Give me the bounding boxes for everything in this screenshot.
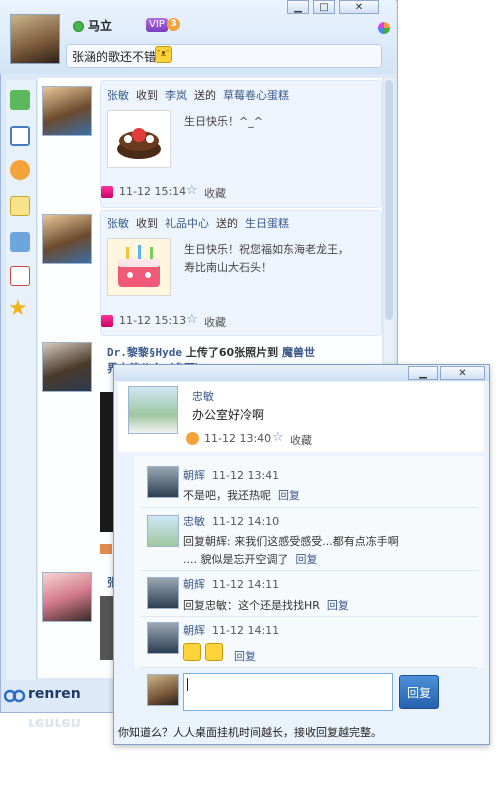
maximize-button[interactable]: □ bbox=[313, 0, 335, 14]
author-link[interactable]: 张敏 bbox=[107, 217, 129, 230]
collect-star-icon[interactable]: ☆ bbox=[186, 183, 198, 198]
reply-link[interactable]: 回复 bbox=[234, 648, 256, 664]
favorite-star-icon[interactable]: ★ bbox=[8, 296, 28, 321]
photo-thumbnail[interactable] bbox=[100, 596, 114, 660]
reply-input[interactable] bbox=[183, 673, 393, 711]
feed-list-icon[interactable] bbox=[10, 126, 30, 146]
scroll-thumb[interactable] bbox=[385, 80, 393, 320]
comment-header: 朝辉 11-12 14:11 bbox=[183, 624, 280, 637]
post-author[interactable]: 忠敏 bbox=[192, 388, 214, 404]
popup-close-button[interactable]: ✕ bbox=[440, 366, 485, 380]
emoticon-icon bbox=[183, 643, 201, 661]
reply-submit-button[interactable]: 回复 bbox=[399, 675, 439, 709]
online-status-icon[interactable] bbox=[73, 21, 84, 32]
gift-image[interactable] bbox=[107, 110, 171, 168]
gift-link[interactable]: 草莓卷心蛋糕 bbox=[223, 89, 289, 102]
feed-avatar[interactable] bbox=[42, 86, 92, 136]
logo-reflection: renren bbox=[28, 715, 81, 731]
photo-icon[interactable] bbox=[10, 232, 30, 252]
comment-avatar[interactable] bbox=[147, 466, 179, 498]
comment-avatar[interactable] bbox=[147, 515, 179, 547]
feed-headline: 张敏 收到 礼品中心 送的 生日蛋糕 bbox=[107, 217, 289, 230]
comment-icon[interactable] bbox=[186, 432, 199, 445]
comment-header: 忠敏 11-12 14:10 bbox=[183, 515, 280, 528]
comment-text-cont: .... 貌似是忘开空调了 回复 bbox=[183, 553, 318, 566]
divider bbox=[140, 667, 478, 668]
user-avatar[interactable] bbox=[10, 14, 60, 64]
photo-thumbnail[interactable] bbox=[100, 392, 114, 532]
gift-message: 生日快乐！祝您福如东海老龙王， 寿比南山大石头！ bbox=[184, 243, 349, 274]
commenter-link[interactable]: 朝辉 bbox=[183, 624, 205, 637]
album-link[interactable]: 魔兽世 bbox=[282, 346, 315, 359]
reply-link[interactable]: 回复 bbox=[295, 553, 317, 566]
notes-icon[interactable] bbox=[10, 196, 30, 216]
vip-level-badge: 3 bbox=[167, 18, 180, 31]
minimize-button[interactable]: ▁ bbox=[287, 0, 309, 14]
reply-link[interactable]: 回复 bbox=[327, 599, 349, 612]
popup-minimize-button[interactable]: ▁ bbox=[408, 366, 438, 380]
status-text: 张涵的歌还不错 bbox=[72, 50, 157, 64]
gift-link[interactable]: 生日蛋糕 bbox=[245, 217, 289, 230]
gift-message: 生日快乐！^_^ bbox=[184, 115, 263, 128]
collect-star-icon[interactable]: ☆ bbox=[272, 430, 284, 445]
collect-link[interactable]: 收藏 bbox=[204, 185, 226, 201]
feed-avatar[interactable] bbox=[42, 214, 92, 264]
author-link[interactable]: Dr.黎黎§Hyde bbox=[107, 346, 182, 359]
renren-logo: renren bbox=[28, 686, 81, 702]
post-text: 办公室好冷啊 bbox=[192, 408, 265, 422]
cake-icon bbox=[117, 128, 161, 159]
post-time: 11-12 13:40 bbox=[204, 432, 272, 445]
feed-avatar[interactable] bbox=[42, 572, 92, 622]
share-icon[interactable] bbox=[10, 266, 30, 286]
message-bubble-icon[interactable] bbox=[10, 160, 30, 180]
commenter-link[interactable]: 朝辉 bbox=[183, 578, 205, 591]
divider bbox=[140, 570, 478, 571]
comment-text: 不是吧，我还热呢 回复 bbox=[183, 489, 300, 502]
commenter-link[interactable]: 忠敏 bbox=[183, 515, 205, 528]
renren-logo-icon bbox=[4, 689, 26, 703]
chat-icon[interactable] bbox=[10, 90, 30, 110]
comment-avatar[interactable] bbox=[147, 622, 179, 654]
skin-icon[interactable] bbox=[378, 22, 390, 34]
reply-link[interactable]: 回复 bbox=[278, 489, 300, 502]
gift-image[interactable] bbox=[107, 238, 171, 296]
feed-headline: 张敏 收到 李岚 送的 草莓卷心蛋糕 bbox=[107, 89, 289, 102]
feed-headline: Dr.黎黎§Hyde 上传了60张照片到 魔兽世 bbox=[107, 346, 315, 359]
gift-icon[interactable] bbox=[101, 186, 113, 198]
comment-avatar[interactable] bbox=[147, 577, 179, 609]
sender-link[interactable]: 礼品中心 bbox=[165, 217, 209, 230]
comment-text: 回复朝辉: 来我们这感受感受...都有点冻手啊 bbox=[183, 535, 399, 548]
close-button[interactable]: ✕ bbox=[339, 0, 379, 14]
tip-text: 你知道么？人人桌面挂机时间越长，接收回复越完整。 bbox=[118, 726, 382, 739]
photo-icon bbox=[100, 544, 112, 554]
comment-header: 朝辉 11-12 14:11 bbox=[183, 578, 280, 591]
collect-star-icon[interactable]: ☆ bbox=[186, 312, 198, 327]
collect-link[interactable]: 收藏 bbox=[290, 432, 312, 448]
comment-header: 朝辉 11-12 13:41 bbox=[183, 469, 280, 482]
divider bbox=[140, 507, 478, 508]
emoticon-icon bbox=[205, 643, 223, 661]
my-avatar bbox=[147, 674, 179, 706]
commenter-link[interactable]: 朝辉 bbox=[183, 469, 205, 482]
collect-link[interactable]: 收藏 bbox=[204, 314, 226, 330]
author-link[interactable]: 张敏 bbox=[107, 89, 129, 102]
sender-link[interactable]: 李岚 bbox=[165, 89, 187, 102]
feed-avatar[interactable] bbox=[42, 342, 92, 392]
text-cursor bbox=[187, 678, 188, 691]
timestamp: 11-12 15:14 bbox=[119, 185, 187, 198]
birthday-cake-icon bbox=[118, 245, 160, 287]
gift-icon[interactable] bbox=[101, 315, 113, 327]
username: 马立 bbox=[88, 19, 113, 33]
smiley-emoticon-icon: ᵔᴥᵔ bbox=[155, 46, 172, 63]
divider bbox=[140, 616, 478, 617]
post-avatar[interactable] bbox=[128, 386, 178, 434]
vip-badge[interactable]: VIP bbox=[146, 18, 168, 32]
timestamp: 11-12 15:13 bbox=[119, 314, 187, 327]
comment-text: 回复忠敏：这个还是找找HR 回复 bbox=[183, 599, 349, 612]
